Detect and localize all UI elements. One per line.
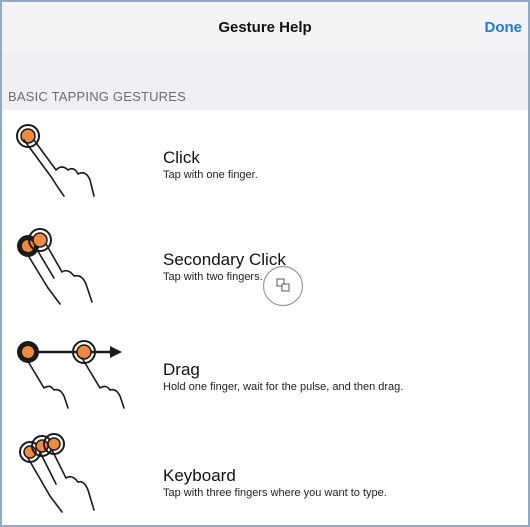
- gesture-description: Hold one finger, wait for the pulse, and…: [163, 381, 404, 393]
- gesture-row-drag: Drag Hold one finger, wait for the pulse…: [2, 318, 528, 422]
- nav-bar: Gesture Help Done: [2, 2, 528, 52]
- drag-gesture-icon: [17, 340, 125, 409]
- gesture-description: Tap with one finger.: [163, 169, 258, 181]
- done-button[interactable]: Done: [485, 19, 523, 36]
- pointer-cursor-icon: [262, 265, 304, 307]
- gesture-description: Tap with three fingers where you want to…: [163, 487, 387, 499]
- gesture-title: Keyboard: [163, 466, 236, 485]
- section-header: BASIC TAPPING GESTURES: [2, 52, 528, 110]
- page-title: Gesture Help: [218, 19, 312, 36]
- gesture-description: Tap with two fingers.: [163, 271, 263, 283]
- two-finger-tap-icon: [17, 228, 93, 305]
- gesture-row-click: Click Tap with one finger.: [2, 110, 528, 214]
- gesture-title: Drag: [163, 360, 200, 379]
- three-finger-tap-icon: [19, 433, 95, 513]
- section-title: BASIC TAPPING GESTURES: [8, 89, 187, 104]
- gesture-row-keyboard: Keyboard Tap with three fingers where yo…: [2, 422, 528, 525]
- one-finger-tap-icon: [16, 124, 95, 197]
- gesture-help-window: Gesture Help Done BASIC TAPPING GESTURES…: [0, 0, 530, 527]
- gesture-title: Click: [163, 148, 200, 167]
